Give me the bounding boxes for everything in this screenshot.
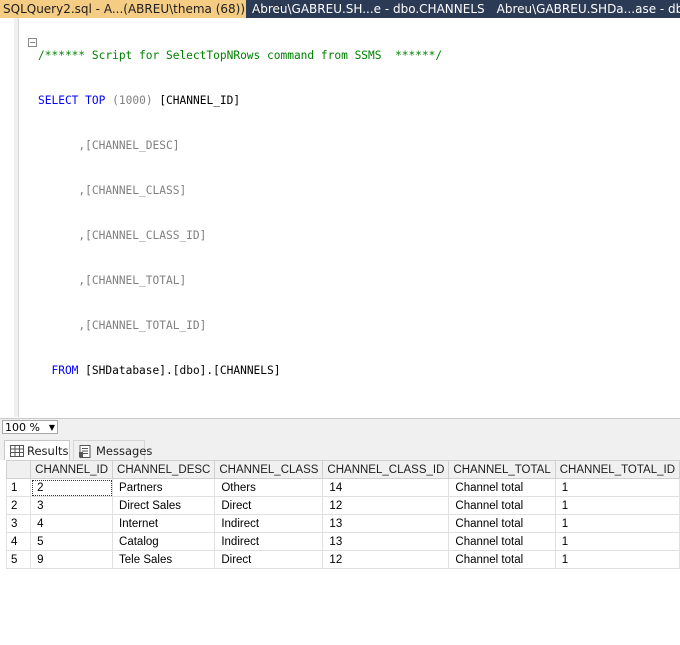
tab-database-table-label: Abreu\GABREU.SHDa...ase - dbo.Tab <box>496 2 680 16</box>
table-cell[interactable]: 12 <box>322 550 450 569</box>
table-cell[interactable]: Channel total <box>448 496 556 515</box>
row-number[interactable]: 1 <box>5 478 32 497</box>
tab-channels-table-label: Abreu\GABREU.SH...e - dbo.CHANNELS <box>252 2 485 16</box>
table-cell[interactable]: Catalog <box>112 532 216 551</box>
code-line-column: ,[CHANNEL_DESC] <box>38 138 442 153</box>
table-cell[interactable]: 12 <box>322 496 450 515</box>
sql-top-keyword: TOP <box>85 94 106 107</box>
table-row[interactable]: 3 4 Internet Indirect 13 Channel total 1 <box>5 514 680 533</box>
tab-messages[interactable]: Messages <box>73 440 152 460</box>
sql-code[interactable]: /****** Script for SelectTopNRows comman… <box>38 18 442 408</box>
collapse-toggle-icon[interactable]: − <box>28 38 37 47</box>
table-cell[interactable]: 4 <box>30 514 114 533</box>
tab-results-label: Results <box>27 444 69 458</box>
column-header[interactable]: CHANNEL_CLASS_ID <box>322 460 450 479</box>
sql-column: ,[CHANNEL_TOTAL_ID] <box>38 319 207 332</box>
query-editor[interactable]: − /****** Script for SelectTopNRows comm… <box>0 18 680 417</box>
document-tab-bar: SQLQuery2.sql - A...(ABREU\thema (68)) ⊕… <box>0 0 680 18</box>
table-row[interactable]: 2 3 Direct Sales Direct 12 Channel total… <box>5 496 680 515</box>
change-tracking-bar <box>14 18 18 417</box>
column-header[interactable]: CHANNEL_TOTAL <box>448 460 556 479</box>
row-number-header[interactable] <box>5 460 32 479</box>
sql-from-keyword: FROM <box>38 364 79 377</box>
table-cell[interactable]: Indirect <box>214 532 324 551</box>
table-row[interactable]: 4 5 Catalog Indirect 13 Channel total 1 <box>5 532 680 551</box>
table-cell[interactable]: Direct <box>214 550 324 569</box>
table-cell[interactable]: 5 <box>30 532 114 551</box>
zoom-value: 100 % <box>5 421 40 434</box>
table-row[interactable]: 1 2 Partners Others 14 Channel total 1 <box>5 478 680 497</box>
table-cell[interactable]: 1 <box>554 550 680 569</box>
zoom-dropdown[interactable]: 100 % ▼ <box>2 420 58 434</box>
code-line-column: ,[CHANNEL_TOTAL_ID] <box>38 318 442 333</box>
column-header[interactable]: CHANNEL_TOTAL_ID <box>554 460 680 479</box>
sql-column: ,[CHANNEL_CLASS] <box>38 184 187 197</box>
tab-messages-label: Messages <box>96 444 153 458</box>
table-cell[interactable]: 14 <box>322 478 450 497</box>
code-line-column: ,[CHANNEL_CLASS] <box>38 183 442 198</box>
sql-comment: /****** Script for SelectTopNRows comman… <box>38 49 443 62</box>
table-cell[interactable]: Partners <box>112 478 216 497</box>
code-line-from: FROM [SHDatabase].[dbo].[CHANNELS] <box>38 363 442 378</box>
row-number[interactable]: 2 <box>5 496 32 515</box>
table-cell[interactable]: 1 <box>554 514 680 533</box>
table-cell[interactable]: Channel total <box>448 532 556 551</box>
results-tab-strip: Results Messages <box>0 436 680 460</box>
tab-sqlquery2-label: SQLQuery2.sql - A...(ABREU\thema (68)) <box>3 2 246 16</box>
column-header[interactable]: CHANNEL_CLASS <box>214 460 324 479</box>
table-cell[interactable]: Indirect <box>214 514 324 533</box>
table-cell[interactable]: Direct <box>214 496 324 515</box>
column-header[interactable]: CHANNEL_DESC <box>112 460 216 479</box>
table-cell[interactable]: Channel total <box>448 478 556 497</box>
messages-icon <box>79 445 91 458</box>
table-cell[interactable]: 1 <box>554 532 680 551</box>
table-cell[interactable]: Channel total <box>448 514 556 533</box>
tab-database-table[interactable]: Abreu\GABREU.SHDa...ase - dbo.Tab <box>491 0 680 18</box>
tab-sqlquery2[interactable]: SQLQuery2.sql - A...(ABREU\thema (68)) ⊕… <box>0 0 283 18</box>
code-line-column: ,[CHANNEL_CLASS_ID] <box>38 228 442 243</box>
editor-status-bar: 100 % ▼ <box>0 418 680 436</box>
code-line-comment: /****** Script for SelectTopNRows comman… <box>38 48 442 63</box>
row-number[interactable]: 4 <box>5 532 32 551</box>
tab-channels-table[interactable]: Abreu\GABREU.SH...e - dbo.CHANNELS <box>246 0 491 18</box>
table-cell[interactable]: Internet <box>112 514 216 533</box>
chevron-down-icon[interactable]: ▼ <box>49 421 55 435</box>
sql-top-value: (1000) <box>112 94 153 107</box>
header-row: CHANNEL_ID CHANNEL_DESC CHANNEL_CLASS CH… <box>5 460 680 479</box>
editor-gutter <box>0 18 19 417</box>
results-grid[interactable]: CHANNEL_ID CHANNEL_DESC CHANNEL_CLASS CH… <box>0 460 680 645</box>
row-number[interactable]: 3 <box>5 514 32 533</box>
grid-icon <box>10 445 24 457</box>
code-line-select: SELECT TOP (1000) [CHANNEL_ID] <box>38 93 442 108</box>
table-cell[interactable]: Others <box>214 478 324 497</box>
sql-from-target: [SHDatabase].[dbo].[CHANNELS] <box>85 364 281 377</box>
row-number[interactable]: 5 <box>5 550 32 569</box>
table-cell[interactable]: Channel total <box>448 550 556 569</box>
tab-results[interactable]: Results <box>4 440 70 460</box>
table-cell[interactable]: 9 <box>30 550 114 569</box>
sql-column: ,[CHANNEL_DESC] <box>38 139 180 152</box>
table-row[interactable]: 5 9 Tele Sales Direct 12 Channel total 1 <box>5 550 680 569</box>
sql-select-keyword: SELECT <box>38 94 79 107</box>
sql-column: [CHANNEL_ID] <box>159 94 241 107</box>
table-cell[interactable]: 1 <box>554 496 680 515</box>
sql-column: ,[CHANNEL_TOTAL] <box>38 274 187 287</box>
table-cell[interactable]: Direct Sales <box>112 496 216 515</box>
table-cell[interactable]: 1 <box>554 478 680 497</box>
sql-column: ,[CHANNEL_CLASS_ID] <box>38 229 207 242</box>
table-cell[interactable]: 13 <box>322 532 450 551</box>
column-header[interactable]: CHANNEL_ID <box>30 460 114 479</box>
table-cell[interactable]: 3 <box>30 496 114 515</box>
table-cell[interactable]: Tele Sales <box>112 550 216 569</box>
code-line-column: ,[CHANNEL_TOTAL] <box>38 273 442 288</box>
results-table[interactable]: CHANNEL_ID CHANNEL_DESC CHANNEL_CLASS CH… <box>5 460 680 569</box>
table-cell[interactable]: 13 <box>322 514 450 533</box>
table-cell[interactable]: 2 <box>30 478 114 497</box>
